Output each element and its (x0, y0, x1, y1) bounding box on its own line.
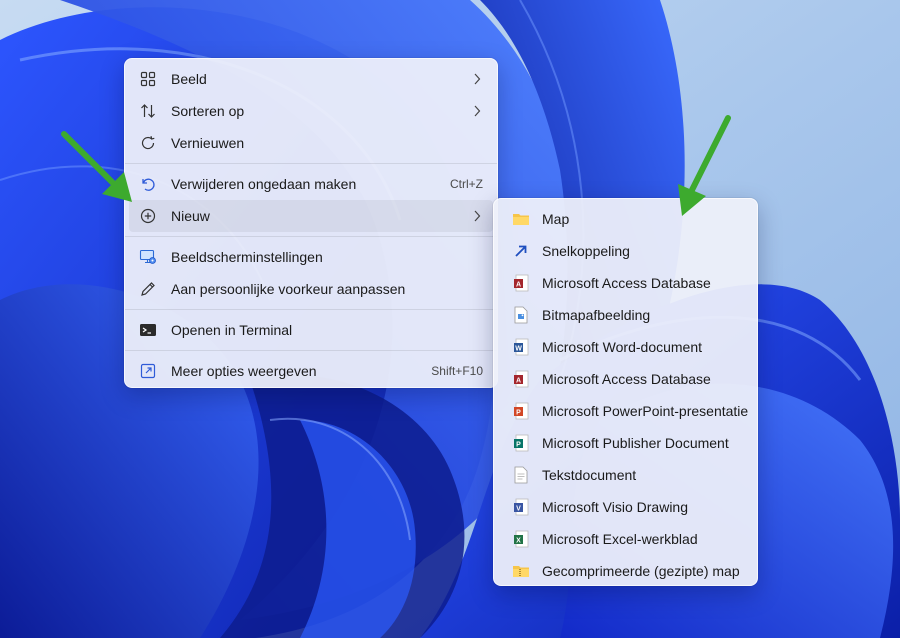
menu-item-open-terminal[interactable]: Openen in Terminal (129, 314, 493, 346)
shortcut-icon (512, 242, 530, 260)
text-document-icon (512, 466, 530, 484)
grid-icon (139, 70, 157, 88)
new-item-label: Microsoft Access Database (542, 275, 711, 291)
svg-text:A: A (516, 377, 521, 384)
svg-text:W: W (515, 345, 522, 352)
powerpoint-icon: P (512, 402, 530, 420)
display-settings-icon (139, 248, 157, 266)
new-item-word-document[interactable]: W Microsoft Word-document (498, 331, 753, 363)
new-item-label: Microsoft Excel-werkblad (542, 531, 698, 547)
new-item-label: Gecomprimeerde (gezipte) map (542, 563, 740, 579)
new-item-label: Microsoft Publisher Document (542, 435, 729, 451)
menu-item-view[interactable]: Beeld (129, 63, 493, 95)
new-item-access-database[interactable]: A Microsoft Access Database (498, 267, 753, 299)
menu-item-label: Openen in Terminal (171, 322, 293, 338)
access-icon: A (512, 370, 530, 388)
menu-item-label: Verwijderen ongedaan maken (171, 176, 357, 192)
new-item-label: Tekstdocument (542, 467, 637, 483)
visio-icon: V (512, 498, 530, 516)
refresh-icon (139, 134, 157, 152)
new-item-label: Microsoft PowerPoint-presentatie (542, 403, 749, 419)
menu-item-personalize[interactable]: Aan persoonlijke voorkeur aanpassen (129, 273, 493, 305)
new-item-label: Snelkoppeling (542, 243, 630, 259)
new-item-label: Map (542, 211, 570, 227)
bitmap-icon (512, 306, 530, 324)
new-item-label: Microsoft Word-document (542, 339, 703, 355)
folder-icon (512, 210, 530, 228)
chevron-right-icon (469, 105, 485, 117)
new-item-excel[interactable]: X Microsoft Excel-werkblad (498, 523, 753, 555)
new-item-bitmap[interactable]: Bitmapafbeelding (498, 299, 753, 331)
svg-text:P: P (516, 409, 521, 416)
menu-item-display-settings[interactable]: Beeldscherminstellingen (129, 241, 493, 273)
menu-separator (125, 236, 497, 237)
sort-icon (139, 102, 157, 120)
chevron-right-icon (469, 73, 485, 85)
chevron-right-icon (469, 210, 485, 222)
access-icon: A (512, 274, 530, 292)
new-item-publisher[interactable]: P Microsoft Publisher Document (498, 427, 753, 459)
new-item-label: Microsoft Access Database (542, 371, 711, 387)
zip-folder-icon (512, 562, 530, 580)
menu-item-label: Sorteren op (171, 103, 245, 119)
new-item-zip-folder[interactable]: Gecomprimeerde (gezipte) map (498, 555, 753, 587)
more-options-icon (139, 362, 157, 380)
menu-item-label: Nieuw (171, 208, 210, 224)
new-item-access-database-2[interactable]: A Microsoft Access Database (498, 363, 753, 395)
menu-item-label: Vernieuwen (171, 135, 245, 151)
add-circle-icon (139, 207, 157, 225)
pencil-icon (139, 280, 157, 298)
keyboard-shortcut: Shift+F10 (431, 364, 483, 378)
menu-separator (125, 350, 497, 351)
menu-separator (125, 309, 497, 310)
menu-item-sort-by[interactable]: Sorteren op (129, 95, 493, 127)
new-item-powerpoint[interactable]: P Microsoft PowerPoint-presentatie (498, 395, 753, 427)
word-icon: W (512, 338, 530, 356)
menu-item-undo-delete[interactable]: Verwijderen ongedaan maken Ctrl+Z (129, 168, 493, 200)
menu-item-label: Aan persoonlijke voorkeur aanpassen (171, 281, 406, 297)
menu-item-label: Meer opties weergeven (171, 363, 317, 379)
excel-icon: X (512, 530, 530, 548)
publisher-icon: P (512, 434, 530, 452)
svg-text:P: P (516, 441, 521, 448)
menu-item-show-more-options[interactable]: Meer opties weergeven Shift+F10 (129, 355, 493, 387)
menu-item-label: Beeld (171, 71, 207, 87)
new-item-label: Microsoft Visio Drawing (542, 499, 689, 515)
undo-icon (139, 175, 157, 193)
svg-text:A: A (516, 281, 521, 288)
desktop-context-menu: Beeld Sorteren op Vernieuwen Verwijderen… (124, 58, 498, 388)
terminal-icon (139, 321, 157, 339)
new-item-visio[interactable]: V Microsoft Visio Drawing (498, 491, 753, 523)
new-item-label: Bitmapafbeelding (542, 307, 651, 323)
menu-item-new[interactable]: Nieuw (129, 200, 493, 232)
new-item-shortcut[interactable]: Snelkoppeling (498, 235, 753, 267)
keyboard-shortcut: Ctrl+Z (450, 177, 483, 191)
menu-item-label: Beeldscherminstellingen (171, 249, 323, 265)
new-submenu: Map Snelkoppeling A Microsoft Access Dat… (493, 198, 758, 586)
menu-item-refresh[interactable]: Vernieuwen (129, 127, 493, 159)
svg-text:V: V (516, 505, 521, 512)
new-item-text-document[interactable]: Tekstdocument (498, 459, 753, 491)
svg-text:X: X (516, 537, 521, 544)
new-item-folder[interactable]: Map (498, 203, 753, 235)
menu-separator (125, 163, 497, 164)
